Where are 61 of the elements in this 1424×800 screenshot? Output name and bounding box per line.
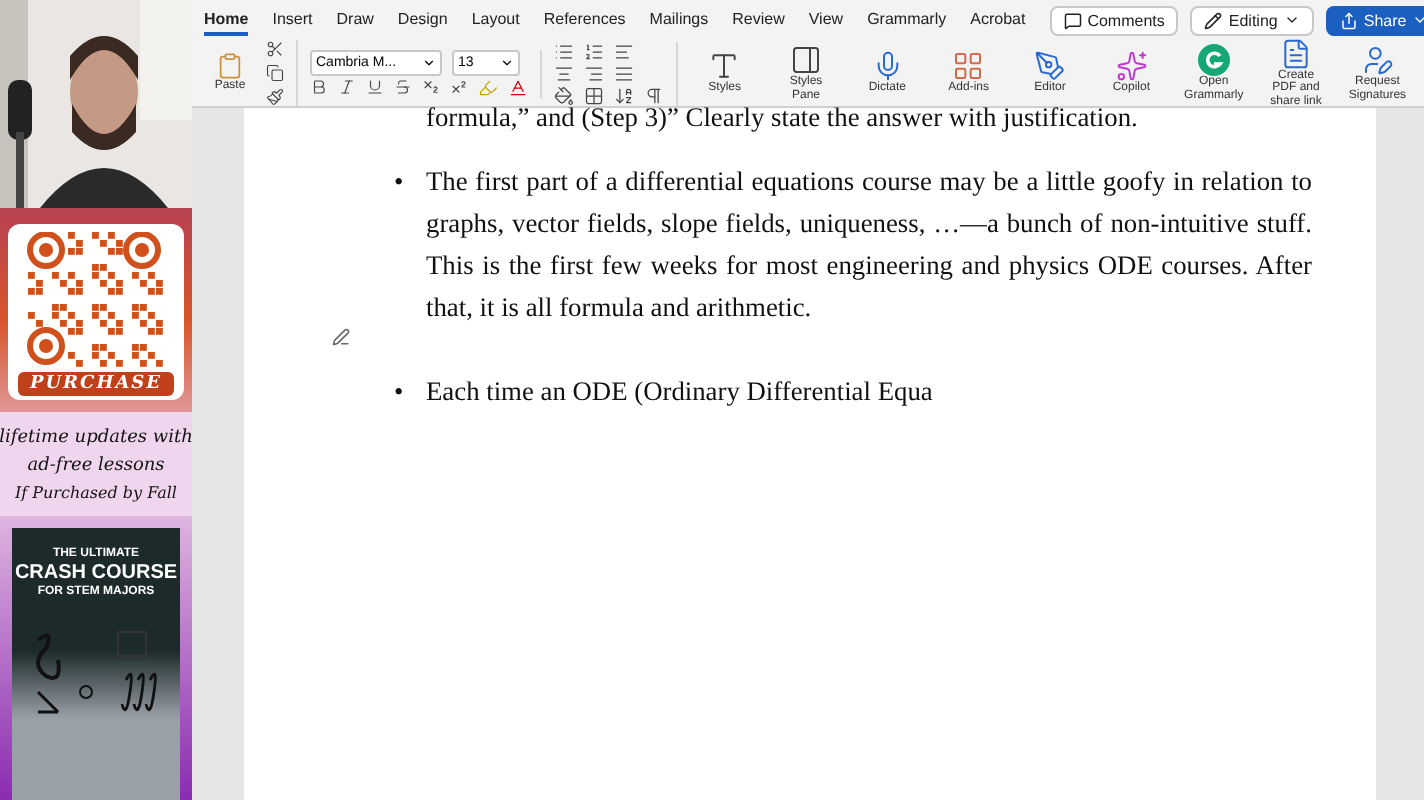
comment-icon	[1063, 11, 1082, 29]
caret-icon	[1283, 12, 1300, 28]
font-color-icon[interactable]	[508, 77, 528, 97]
caret-icon	[500, 55, 514, 69]
book-title: CRASH COURSE	[14, 562, 178, 585]
caret-icon	[422, 55, 436, 69]
editing-button[interactable]: Editing	[1190, 5, 1314, 35]
clipboard-icon	[216, 52, 244, 81]
numbered-list-icon[interactable]	[584, 41, 604, 61]
caret-icon	[1412, 12, 1424, 28]
italic-icon[interactable]	[338, 78, 356, 96]
styles-icon	[708, 50, 741, 83]
ribbon-tab[interactable]: Grammarly	[867, 4, 947, 36]
grid-icon	[952, 50, 985, 83]
share-icon	[1339, 11, 1358, 29]
superscript-icon[interactable]	[450, 78, 468, 96]
justify-icon[interactable]	[614, 63, 634, 83]
ribbon-tab[interactable]: Layout	[471, 4, 520, 36]
ribbon-tab[interactable]: Review	[732, 4, 785, 36]
promo-text: lifetime updates with	[0, 426, 193, 452]
align-right-icon[interactable]	[584, 63, 604, 83]
ribbon-tab[interactable]: View	[808, 4, 844, 36]
promo-text: If Purchased by Fall	[14, 482, 177, 506]
ribbon-tab[interactable]: Mailings	[649, 4, 709, 36]
pane-icon	[790, 44, 822, 77]
indent-icon[interactable]	[614, 41, 634, 61]
bullet-paragraph: Each time an ODE (Ordinary Differential Equa	[426, 374, 935, 410]
sparkle-icon	[1115, 50, 1148, 83]
document-text: formula,” and (Step 3)” Clearly state the answer with justification.	[426, 100, 1138, 136]
purchase-label: PURCHASE	[17, 372, 175, 396]
bullet-paragraph: The first part of a differential equations course may be a little goofy in relation to graphs, vector fields, slope fields, uniqueness, …—a bunch of non-intuitive stuff. This is the first few weeks for most engineering and physics ODE courses. After that, it is all formula and arithmetic.	[426, 164, 1312, 326]
edit-marker-icon	[332, 328, 350, 346]
underline-icon[interactable]	[366, 78, 384, 96]
document-icon	[1280, 38, 1313, 71]
copy-icon	[266, 64, 284, 82]
shading-icon[interactable]	[554, 85, 574, 105]
pilcrow-icon[interactable]	[644, 85, 664, 105]
borders-icon[interactable]	[584, 85, 604, 105]
ribbon-tab[interactable]: Acrobat	[970, 4, 1026, 36]
ribbon-tab[interactable]: Insert	[272, 4, 313, 36]
pencil-icon	[1204, 11, 1223, 29]
brush-icon	[266, 88, 284, 106]
promo-text: ad-free lessons	[27, 454, 165, 480]
subscript-icon[interactable]	[422, 78, 440, 96]
strikethrough-icon[interactable]	[394, 78, 412, 96]
pen-icon	[1034, 50, 1067, 83]
align-center-icon[interactable]	[554, 63, 574, 83]
bold-icon[interactable]	[310, 78, 328, 96]
ribbon-tab[interactable]: Design	[397, 4, 448, 36]
signature-icon	[1361, 44, 1394, 77]
ribbon-tab[interactable]: References	[543, 4, 626, 36]
ribbon-tab[interactable]: Home	[204, 4, 249, 36]
sort-icon[interactable]	[614, 85, 634, 105]
bullet-list-icon[interactable]	[554, 41, 574, 61]
cut-icon	[266, 40, 284, 58]
ribbon-tab[interactable]: Draw	[336, 4, 374, 36]
qr-code-icon	[26, 232, 166, 368]
bullet-marker: •	[394, 374, 406, 410]
comments-button[interactable]: Comments	[1049, 5, 1179, 35]
share-button[interactable]: Share	[1325, 5, 1424, 35]
bullet-marker: •	[394, 164, 406, 200]
